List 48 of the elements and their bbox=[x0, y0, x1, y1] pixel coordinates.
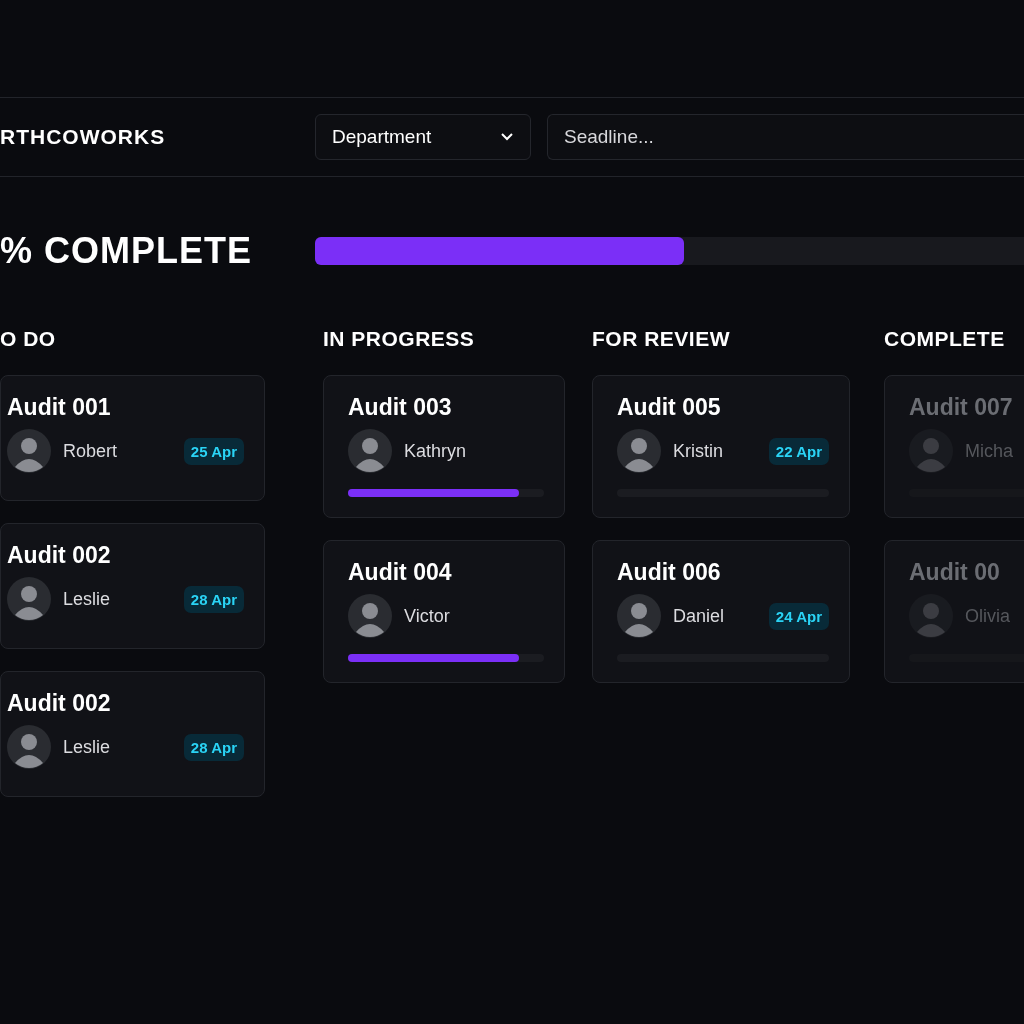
avatar-icon bbox=[7, 577, 51, 621]
card-title: Audit 00 bbox=[909, 559, 1000, 586]
logo: RTHCOWORKS bbox=[0, 125, 167, 149]
assignee-name: Kristin bbox=[673, 440, 724, 462]
due-date-badge: 28 Apr bbox=[183, 733, 244, 761]
assignee-name: Micha bbox=[965, 440, 1014, 462]
task-card[interactable]: Audit 001 Robert 25 Apr bbox=[0, 375, 265, 501]
task-card[interactable]: Audit 006 Daniel 24 Apr bbox=[592, 540, 850, 683]
card-title: Audit 004 bbox=[348, 559, 452, 586]
column-title: O DO bbox=[0, 327, 56, 352]
assignee-name: Kathryn bbox=[404, 440, 468, 462]
avatar-icon bbox=[348, 594, 392, 638]
assignee-name: Leslie bbox=[63, 736, 112, 758]
task-card[interactable]: Audit 002 Leslie 28 Apr bbox=[0, 523, 265, 649]
assignee-name: Robert bbox=[63, 440, 119, 462]
task-card[interactable]: Audit 005 Kristin 22 Apr bbox=[592, 375, 850, 518]
card-title: Audit 005 bbox=[617, 394, 721, 421]
avatar-icon bbox=[909, 429, 953, 473]
department-dropdown[interactable]: Department bbox=[315, 114, 531, 160]
avatar-icon bbox=[617, 429, 661, 473]
card-title: Audit 003 bbox=[348, 394, 452, 421]
column-title: FOR REVIEW bbox=[592, 327, 730, 352]
card-title: Audit 006 bbox=[617, 559, 721, 586]
column-title: IN PROGRESS bbox=[323, 327, 475, 352]
avatar-icon bbox=[348, 429, 392, 473]
card-title: Audit 007 bbox=[909, 394, 1013, 421]
due-date-badge: 28 Apr bbox=[183, 585, 244, 613]
completion-label: % COMPLETE bbox=[0, 230, 253, 272]
avatar-icon bbox=[617, 594, 661, 638]
avatar-icon bbox=[7, 725, 51, 769]
due-date-badge: 24 Apr bbox=[768, 602, 829, 630]
card-title: Audit 002 bbox=[7, 690, 111, 717]
card-title: Audit 001 bbox=[7, 394, 111, 421]
avatar-icon bbox=[7, 429, 51, 473]
task-card[interactable]: Audit 004 Victor bbox=[323, 540, 565, 683]
due-date-badge: 25 Apr bbox=[183, 437, 244, 465]
assignee-name: Daniel bbox=[673, 605, 726, 627]
card-title: Audit 002 bbox=[7, 542, 111, 569]
column-title: COMPLETE bbox=[884, 327, 1005, 352]
assignee-name: Leslie bbox=[63, 588, 112, 610]
search-field[interactable]: Seadline... bbox=[547, 114, 1024, 160]
caret-icon bbox=[500, 132, 514, 142]
task-card[interactable]: Audit 003 Kathryn bbox=[323, 375, 565, 518]
task-card[interactable]: Audit 002 Leslie 28 Apr bbox=[0, 671, 265, 797]
assignee-name: Victor bbox=[404, 605, 451, 627]
due-date-badge: 22 Apr bbox=[768, 437, 829, 465]
avatar-icon bbox=[909, 594, 953, 638]
assignee-name: Olivia bbox=[965, 605, 1011, 627]
